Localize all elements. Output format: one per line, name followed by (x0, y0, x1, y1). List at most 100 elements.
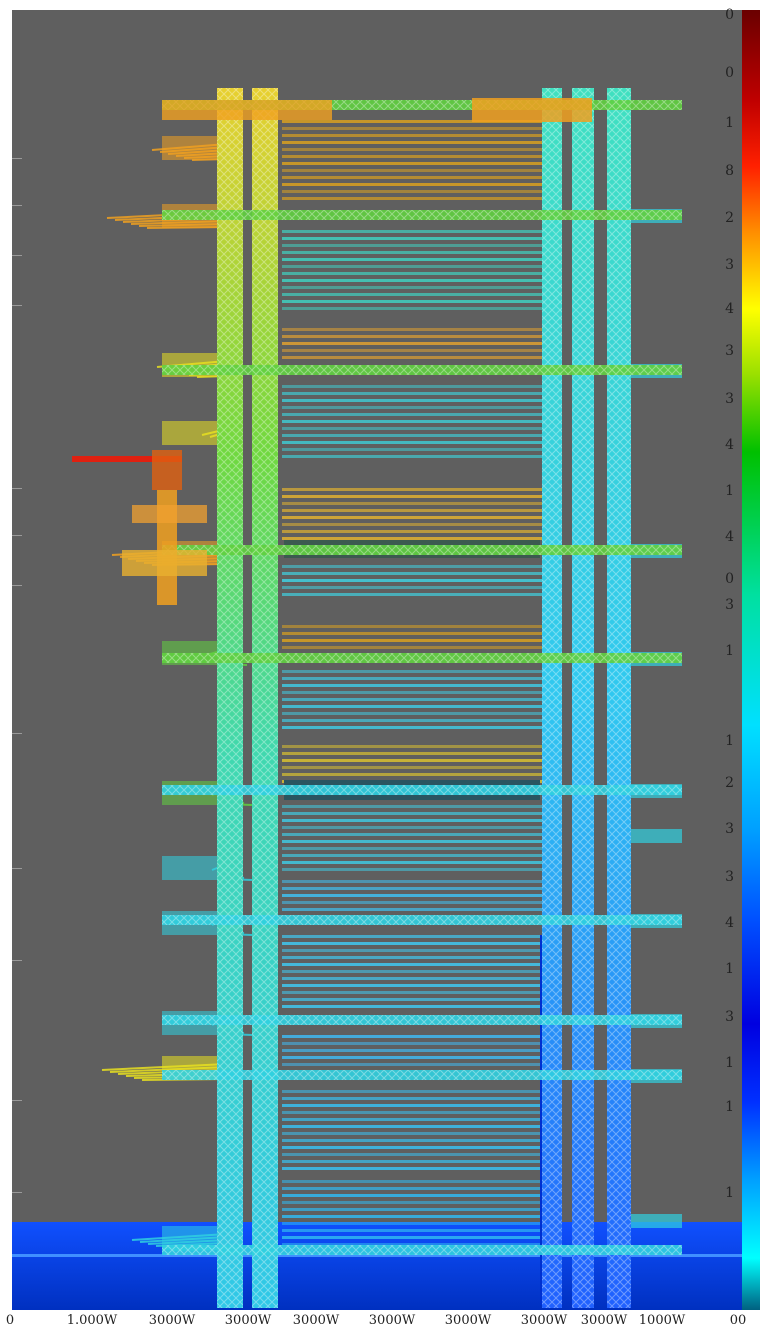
scale-label: 1 (725, 1055, 734, 1071)
floor-beam (282, 244, 542, 247)
left-tick (12, 535, 22, 536)
floor-beam (282, 537, 542, 540)
floor-beam (282, 1222, 542, 1225)
scale-label: 8 (725, 163, 734, 179)
floor-beam (282, 1035, 542, 1038)
floor-beam (282, 251, 542, 254)
scale-label: 4 (725, 915, 734, 931)
floor-beam (282, 272, 542, 275)
floor-beam (282, 1215, 542, 1218)
floor-girder-lattice (162, 545, 682, 555)
x-axis-label: 1.000W (66, 1313, 118, 1328)
floor-beam (282, 684, 542, 687)
floor-beam (282, 840, 542, 843)
floor-girder-lattice (162, 210, 682, 220)
left-tick (12, 305, 22, 306)
floor-beam (282, 1146, 542, 1149)
floor-beam (282, 1042, 542, 1045)
floor-beam (282, 342, 542, 345)
floor-beam (282, 488, 542, 491)
column-lattice (572, 88, 594, 1308)
scale-label: 4 (725, 301, 734, 317)
scale-label: 0 (725, 65, 734, 81)
scale-label: 3 (725, 597, 734, 613)
floor-beam (282, 956, 542, 959)
floor-beam (282, 1104, 542, 1107)
floor-beam (282, 572, 542, 575)
floor-beam (282, 984, 542, 987)
floor-beam (282, 286, 542, 289)
floor-beam (282, 307, 542, 310)
column-lattice (607, 88, 631, 1308)
x-axis-label: 3000W (224, 1313, 272, 1328)
floor-girder-lattice (162, 915, 682, 925)
floor-beam (282, 745, 542, 748)
floor-beam (282, 523, 542, 526)
floor-girder-lattice (162, 1070, 682, 1080)
floor-beam (282, 293, 542, 296)
floor-beam (282, 970, 542, 973)
x-axis-label: 3000W (148, 1313, 196, 1328)
floor-beam (282, 759, 542, 762)
floor-beam (282, 766, 542, 769)
floor-beam (282, 1097, 542, 1100)
floor-beam (282, 509, 542, 512)
scale-label: 2 (725, 210, 734, 226)
floor-beam (282, 670, 542, 673)
scale-label: 1 (725, 643, 734, 659)
scale-label: 4 (725, 529, 734, 545)
floor-beam (282, 935, 542, 938)
left-tick (12, 733, 22, 734)
scale-label: 1 (725, 1185, 734, 1201)
floor-beam (282, 434, 542, 437)
floor-beam (282, 1167, 542, 1170)
column-lattice (252, 88, 278, 1308)
floor-beam (282, 773, 542, 776)
floor-beam (282, 1201, 542, 1204)
column-lattice (217, 88, 243, 1308)
floor-beam (282, 399, 542, 402)
floor-beam (282, 854, 542, 857)
floor-beam (282, 356, 542, 359)
floor-beam (282, 441, 542, 444)
floor-beam (282, 406, 542, 409)
floor-beam (282, 826, 542, 829)
floor-beam (282, 127, 542, 130)
hot-box (122, 550, 207, 576)
floor-beam (282, 155, 542, 158)
scale-label: 1 (725, 483, 734, 499)
ground-slab (12, 1222, 742, 1310)
floor-beam (282, 726, 542, 729)
scale-label: 3 (725, 257, 734, 273)
floor-beam (282, 752, 542, 755)
floor-beam (282, 719, 542, 722)
x-axis-label: 3000W (580, 1313, 628, 1328)
left-tick (12, 158, 22, 159)
floor-beam (282, 183, 542, 186)
floor-beam (282, 639, 542, 642)
floor-beam (282, 805, 542, 808)
floor-beam (282, 1063, 542, 1066)
floor-beam (282, 530, 542, 533)
left-tick (12, 960, 22, 961)
floor-beam (282, 1180, 542, 1183)
left-tick (12, 488, 22, 489)
scale-label: 3 (725, 391, 734, 407)
floor-beam (282, 812, 542, 815)
floor-beam (282, 833, 542, 836)
floor-beam (282, 392, 542, 395)
scale-label: 1 (725, 733, 734, 749)
floor-beam (282, 565, 542, 568)
floor-beam (282, 1132, 542, 1135)
floor-beam (282, 705, 542, 708)
scale-label: 1 (725, 961, 734, 977)
floor-beam (282, 230, 542, 233)
x-axis-label: 1000W (638, 1313, 686, 1328)
floor-beam (282, 586, 542, 589)
floor-beam (282, 698, 542, 701)
floor-beam (282, 977, 542, 980)
floor-beam (282, 894, 542, 897)
scale-label: 4 (725, 437, 734, 453)
floor-beam (282, 176, 542, 179)
scale-label: 3 (725, 869, 734, 885)
